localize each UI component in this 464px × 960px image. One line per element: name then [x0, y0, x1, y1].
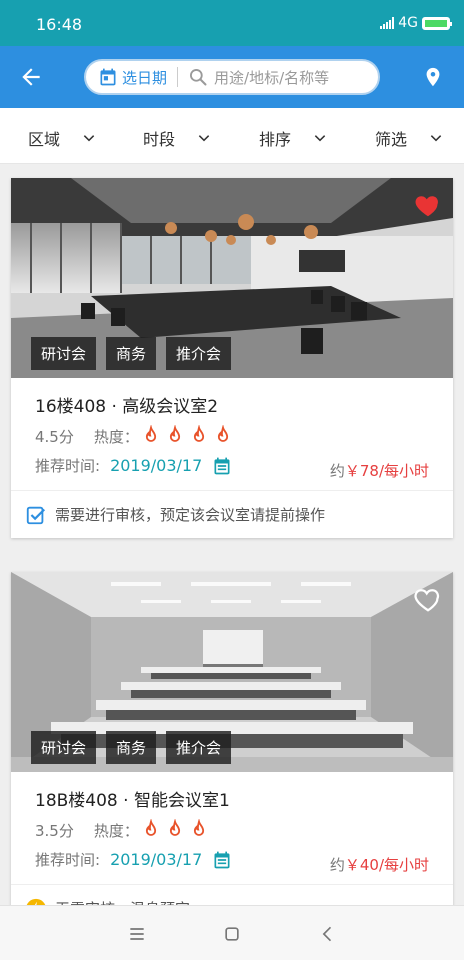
calendar-icon	[100, 68, 116, 86]
filter-label: 时段	[143, 130, 176, 149]
price-unit: /每小时	[378, 856, 429, 874]
heat-label: 热度：	[93, 427, 139, 446]
calendar-icon[interactable]	[212, 456, 232, 476]
filter-label: 区域	[28, 130, 61, 149]
heat-flames	[141, 425, 233, 447]
calendar-icon[interactable]	[212, 850, 232, 870]
tag: 推介会	[166, 731, 232, 764]
date-picker-label: 选日期	[122, 68, 168, 87]
flame-icon	[217, 425, 228, 442]
room-card[interactable]: 研讨会 商务 推介会 16楼408 · 高级会议室2 4.5分 热度： 推荐时间…	[11, 178, 453, 538]
price-amount: ￥78	[344, 462, 379, 480]
room-photo: 研讨会 商务 推介会	[11, 178, 453, 378]
app-bar: 选日期 用途/地标/名称等	[0, 46, 464, 108]
tag: 商务	[106, 337, 157, 370]
price-amount: ￥40	[344, 856, 379, 874]
status-icons: 4G	[380, 15, 452, 31]
filter-screen[interactable]: 筛选	[375, 126, 443, 150]
search-bar: 选日期 用途/地标/名称等	[84, 59, 380, 95]
flame-icon	[145, 425, 156, 442]
rating-row: 4.5分 热度：	[35, 425, 429, 447]
tag-list: 研讨会 商务 推介会	[31, 337, 232, 370]
network-type: 4G	[398, 15, 418, 31]
room-info: 16楼408 · 高级会议室2 4.5分 热度： 推荐时间: 2019/03/1…	[11, 378, 453, 490]
status-bar: 16:48 4G	[0, 0, 464, 46]
heat-label: 热度：	[93, 821, 139, 840]
price: 约￥78/每小时	[330, 460, 429, 481]
price-prefix: 约	[329, 856, 345, 874]
back-icon[interactable]	[318, 924, 338, 944]
heart-icon[interactable]	[413, 190, 443, 220]
filter-label: 排序	[259, 130, 292, 149]
price: 约￥40/每小时	[330, 854, 429, 875]
arrow-left-icon[interactable]	[18, 64, 44, 90]
recommend-date: 2019/03/17	[110, 456, 203, 475]
chevron-down-icon	[83, 135, 95, 142]
filter-area[interactable]: 区域	[28, 126, 96, 150]
search-divider	[177, 67, 179, 87]
rating-score: 3.5分	[35, 821, 74, 840]
tag-list: 研讨会 商务 推介会	[31, 731, 232, 764]
room-title: 18B楼408 · 智能会议室1	[35, 791, 230, 811]
date-picker-button[interactable]: 选日期	[98, 67, 167, 88]
notice-text: 需要进行审核，预定该会议室请提前操作	[55, 506, 326, 524]
map-pin-icon[interactable]	[422, 65, 444, 89]
flame-icon	[193, 425, 204, 442]
filter-bar: 区域 时段 排序 筛选	[0, 108, 464, 164]
status-time: 16:48	[36, 15, 83, 34]
approval-notice: 需要进行审核，预定该会议室请提前操作	[11, 490, 453, 538]
recommend-date: 2019/03/17	[110, 850, 203, 869]
system-nav-bar	[0, 905, 464, 960]
chevron-down-icon	[430, 135, 442, 142]
price-unit: /每小时	[378, 462, 429, 480]
room-card[interactable]: 研讨会 商务 推介会 18B楼408 · 智能会议室1 3.5分 热度： 推荐时…	[11, 572, 453, 932]
room-photo: 研讨会 商务 推介会	[11, 572, 453, 772]
room-title: 16楼408 · 高级会议室2	[35, 397, 219, 417]
room-info: 18B楼408 · 智能会议室1 3.5分 热度： 推荐时间: 2019/03/…	[11, 772, 453, 884]
tag: 推介会	[166, 337, 232, 370]
rating-score: 4.5分	[35, 427, 74, 446]
filter-sort[interactable]: 排序	[259, 126, 327, 150]
menu-icon[interactable]	[127, 924, 147, 944]
heart-outline-icon[interactable]	[413, 584, 443, 614]
flame-icon	[145, 819, 156, 836]
search-input[interactable]: 用途/地标/名称等	[188, 67, 329, 88]
home-icon[interactable]	[222, 924, 242, 944]
approval-check-icon	[26, 506, 46, 524]
filter-time[interactable]: 时段	[143, 126, 211, 150]
price-prefix: 约	[329, 462, 345, 480]
filter-label: 筛选	[375, 130, 408, 149]
date-label: 推荐时间:	[35, 457, 101, 475]
heat-flames	[141, 819, 209, 841]
flame-icon	[169, 425, 180, 442]
tag: 商务	[106, 731, 157, 764]
tag: 研讨会	[31, 731, 97, 764]
rating-row: 3.5分 热度：	[35, 819, 429, 841]
search-placeholder: 用途/地标/名称等	[214, 68, 330, 87]
chevron-down-icon	[198, 135, 210, 142]
tag: 研讨会	[31, 337, 97, 370]
battery-icon	[422, 16, 452, 30]
flame-icon	[169, 819, 180, 836]
flame-icon	[193, 819, 204, 836]
chevron-down-icon	[314, 135, 326, 142]
signal-icon	[380, 17, 395, 29]
date-label: 推荐时间:	[35, 851, 101, 869]
search-icon	[190, 69, 207, 86]
